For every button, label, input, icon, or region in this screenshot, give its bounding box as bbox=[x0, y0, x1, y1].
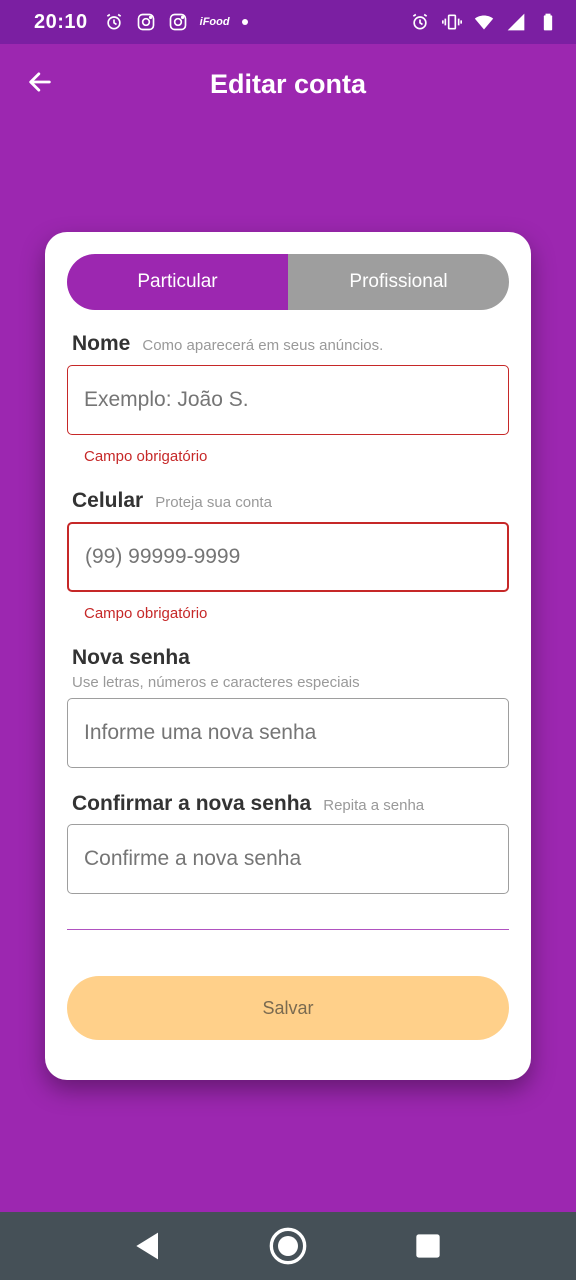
instagram-icon bbox=[136, 12, 156, 32]
phone-label-row: Celular Proteja sua conta bbox=[72, 489, 272, 513]
name-error: Campo obrigatório bbox=[84, 448, 208, 465]
confirm-password-label: Confirmar a nova senha bbox=[72, 792, 312, 815]
home-circle-icon bbox=[269, 1227, 307, 1265]
nav-recents-button[interactable] bbox=[406, 1224, 450, 1268]
vibrate-icon bbox=[442, 12, 462, 32]
edit-account-card: Particular Profissional Nome Como aparec… bbox=[45, 232, 531, 1080]
signal-icon bbox=[506, 12, 526, 32]
wifi-icon bbox=[474, 12, 494, 32]
recents-square-icon bbox=[416, 1234, 440, 1258]
phone-error: Campo obrigatório bbox=[84, 605, 208, 622]
back-triangle-icon bbox=[136, 1232, 158, 1260]
name-label: Nome bbox=[72, 332, 131, 355]
confirm-password-input[interactable]: Confirme a nova senha bbox=[67, 824, 509, 894]
account-type-particular[interactable]: Particular bbox=[67, 254, 288, 310]
instagram-icon bbox=[168, 12, 188, 32]
app-bar: Editar conta bbox=[0, 44, 576, 124]
confirm-password-hint: Repita a senha bbox=[323, 797, 425, 814]
back-button[interactable] bbox=[24, 66, 56, 98]
status-bar: 20:10 iFood bbox=[0, 0, 576, 44]
nav-home-button[interactable] bbox=[266, 1224, 310, 1268]
phone-hint: Proteja sua conta bbox=[155, 494, 272, 511]
page-title: Editar conta bbox=[209, 68, 367, 99]
confirm-password-label-row: Confirmar a nova senha Repita a senha bbox=[72, 792, 424, 816]
name-input[interactable]: Exemplo: João S. bbox=[67, 365, 509, 435]
alarm-icon bbox=[410, 12, 430, 32]
alarm-icon bbox=[104, 12, 124, 32]
name-hint: Como aparecerá em seus anúncios. bbox=[142, 337, 384, 354]
status-left-icons: iFood bbox=[104, 12, 248, 32]
phone-label: Celular bbox=[72, 489, 144, 512]
new-password-input[interactable]: Informe uma nova senha bbox=[67, 698, 509, 768]
arrow-back-icon bbox=[29, 72, 51, 92]
battery-icon bbox=[538, 12, 558, 32]
status-right-icons bbox=[410, 12, 558, 32]
phone-input[interactable]: (99) 99999-9999 bbox=[67, 522, 509, 592]
ifood-icon: iFood bbox=[199, 16, 230, 28]
notification-dot bbox=[241, 19, 248, 25]
status-time: 20:10 bbox=[34, 10, 88, 33]
new-password-hint: Use letras, números e caracteres especia… bbox=[72, 674, 360, 691]
divider bbox=[67, 929, 509, 930]
system-nav-bar bbox=[0, 1212, 576, 1280]
nav-back-button[interactable] bbox=[126, 1224, 170, 1268]
save-button[interactable]: Salvar bbox=[67, 976, 509, 1040]
name-label-row: Nome Como aparecerá em seus anúncios. bbox=[72, 332, 383, 356]
new-password-label-row: Nova senha bbox=[72, 646, 190, 670]
account-type-profissional[interactable]: Profissional bbox=[288, 254, 509, 310]
new-password-label: Nova senha bbox=[72, 646, 190, 669]
account-type-toggle: Particular Profissional bbox=[67, 254, 509, 310]
